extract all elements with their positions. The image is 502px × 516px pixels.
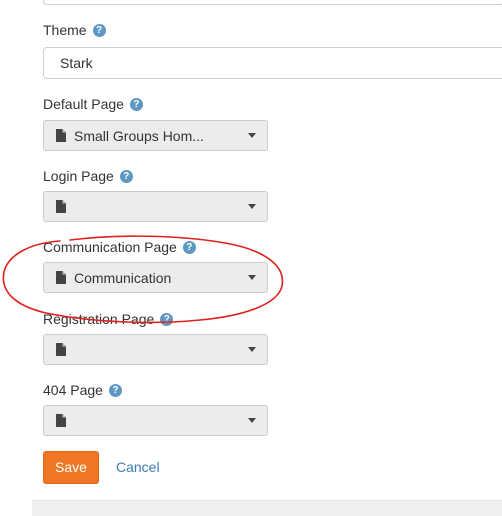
caret-down-icon bbox=[248, 133, 256, 138]
not-found-page-picker[interactable] bbox=[43, 405, 268, 436]
caret-down-icon bbox=[248, 418, 256, 423]
help-icon[interactable]: ? bbox=[160, 312, 174, 326]
default-page-picker[interactable]: Small Groups Hom... bbox=[43, 120, 268, 151]
file-icon bbox=[56, 271, 66, 284]
communication-page-label: Communication Page ? bbox=[43, 239, 196, 255]
caret-down-icon bbox=[248, 275, 256, 280]
theme-label-text: Theme bbox=[43, 22, 87, 38]
registration-page-label: Registration Page ? bbox=[43, 311, 174, 327]
file-icon bbox=[56, 129, 66, 142]
help-icon[interactable]: ? bbox=[182, 240, 196, 254]
file-icon bbox=[56, 343, 66, 356]
not-found-page-label: 404 Page ? bbox=[43, 382, 122, 398]
help-icon[interactable]: ? bbox=[129, 97, 143, 111]
theme-label: Theme ? bbox=[43, 22, 106, 38]
theme-input[interactable]: Stark bbox=[43, 47, 502, 79]
not-found-page-label-text: 404 Page bbox=[43, 382, 103, 398]
left-gutter bbox=[0, 0, 32, 516]
communication-page-value: Communication bbox=[74, 269, 172, 286]
default-page-label: Default Page ? bbox=[43, 96, 143, 112]
login-page-label: Login Page ? bbox=[43, 168, 133, 184]
caret-down-icon bbox=[248, 204, 256, 209]
theme-value: Stark bbox=[60, 55, 93, 71]
cancel-link[interactable]: Cancel bbox=[116, 459, 160, 475]
file-icon bbox=[56, 200, 66, 213]
login-page-picker[interactable] bbox=[43, 191, 268, 222]
communication-page-label-text: Communication Page bbox=[43, 239, 177, 255]
help-icon[interactable]: ? bbox=[108, 383, 122, 397]
login-page-label-text: Login Page bbox=[43, 168, 114, 184]
default-page-label-text: Default Page bbox=[43, 96, 124, 112]
default-page-value: Small Groups Hom... bbox=[74, 127, 204, 144]
help-icon[interactable]: ? bbox=[119, 169, 133, 183]
site-settings-page: Theme ? Stark Default Page ? Small Group… bbox=[0, 0, 502, 516]
registration-page-label-text: Registration Page bbox=[43, 311, 155, 327]
help-icon[interactable]: ? bbox=[92, 23, 106, 37]
previous-field-input[interactable] bbox=[43, 0, 502, 5]
footer-bar bbox=[32, 500, 502, 516]
registration-page-picker[interactable] bbox=[43, 334, 268, 365]
save-button[interactable]: Save bbox=[43, 451, 99, 484]
caret-down-icon bbox=[248, 347, 256, 352]
file-icon bbox=[56, 414, 66, 427]
communication-page-picker[interactable]: Communication bbox=[43, 262, 268, 293]
